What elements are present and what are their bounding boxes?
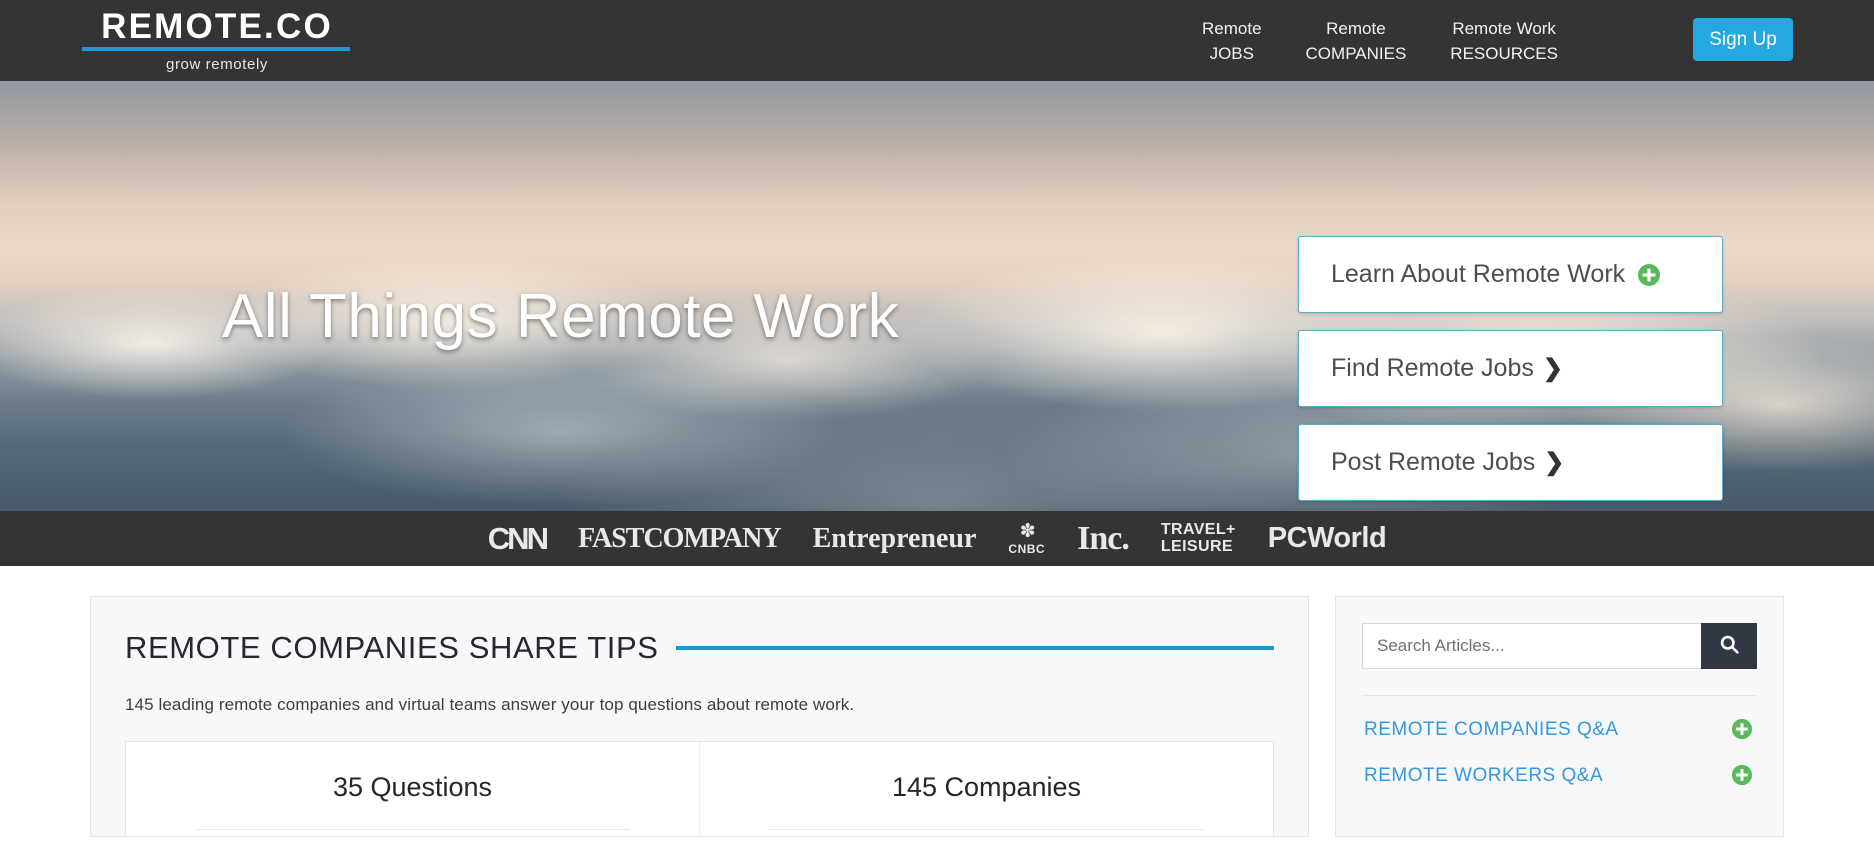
nav-item-line1: Remote	[1326, 18, 1386, 38]
stat-label: 145 Companies	[891, 772, 1082, 802]
cta-learn-about-remote-work[interactable]: Learn About Remote Work	[1298, 236, 1723, 313]
sidebar-item-label: REMOTE COMPANIES Q&A	[1364, 719, 1619, 740]
sign-up-button[interactable]: Sign Up	[1693, 18, 1793, 61]
press-mentions-bar: CNN FASTCOMPANY Entrepreneur ✽ CNBC Inc.…	[0, 511, 1874, 566]
section-subtitle: 145 leading remote companies and virtual…	[125, 695, 855, 714]
chevron-right-icon: ❯	[1542, 354, 1563, 382]
press-logo-cnn[interactable]: CNN	[488, 521, 549, 557]
sidebar-panel: REMOTE COMPANIES Q&A REMOTE WORKERS Q&A	[1335, 596, 1784, 837]
cta-label: Post Remote Jobs	[1331, 448, 1536, 476]
nav-item-remote-companies[interactable]: Remote COMPANIES	[1284, 16, 1429, 66]
sidebar-item-label: REMOTE WORKERS Q&A	[1364, 765, 1604, 786]
nav-item-line2: JOBS	[1209, 43, 1254, 63]
stat-label: 35 Questions	[332, 772, 493, 802]
sidebar-item-remote-workers-qa[interactable]: REMOTE WORKERS Q&A	[1362, 742, 1757, 788]
cta-find-remote-jobs[interactable]: Find Remote Jobs ❯	[1298, 330, 1723, 407]
primary-nav: Remote JOBS Remote COMPANIES Remote Work…	[1180, 0, 1580, 81]
plus-circle-icon	[1637, 263, 1661, 287]
nav-item-remote-jobs[interactable]: Remote JOBS	[1180, 16, 1284, 66]
section-accent-rule	[675, 646, 1274, 650]
travel-leisure-line1: TRAVEL+	[1160, 521, 1236, 539]
remote-companies-share-tips-panel: REMOTE COMPANIES SHARE TIPS 145 leading …	[90, 596, 1309, 837]
plus-circle-icon	[1731, 718, 1755, 742]
content-columns: REMOTE COMPANIES SHARE TIPS 145 leading …	[90, 596, 1784, 837]
search-icon	[1719, 634, 1740, 658]
logo-wordmark: REMOTE.CO	[101, 7, 333, 46]
logo-tagline: grow remotely	[166, 56, 268, 73]
main-content-area: REMOTE COMPANIES SHARE TIPS 145 leading …	[0, 566, 1874, 848]
nav-item-line1: Remote	[1202, 18, 1262, 38]
nav-item-line2: RESOURCES	[1450, 43, 1558, 63]
section-header: REMOTE COMPANIES SHARE TIPS	[125, 630, 1274, 666]
site-logo[interactable]: REMOTE.CO grow remotely	[82, 8, 352, 73]
hero-cta-stack: Learn About Remote Work Find Remote Jobs…	[1298, 236, 1723, 511]
top-navigation-bar: REMOTE.CO grow remotely Remote JOBS Remo…	[0, 0, 1874, 81]
stat-divider	[768, 829, 1205, 830]
cta-label: Learn About Remote Work	[1331, 260, 1626, 288]
cnbc-peacock-icon: ✽	[1019, 521, 1036, 542]
press-logo-cnbc[interactable]: ✽ CNBC	[1008, 522, 1045, 555]
logo-underline-rule	[82, 47, 350, 51]
chevron-right-icon: ❯	[1544, 448, 1565, 476]
nav-item-remote-work-resources[interactable]: Remote Work RESOURCES	[1428, 16, 1580, 66]
nav-item-line1: Remote Work	[1452, 18, 1556, 38]
hero-headline: All Things Remote Work	[222, 282, 900, 351]
sidebar-item-remote-companies-qa[interactable]: REMOTE COMPANIES Q&A	[1362, 696, 1757, 742]
hero-banner: All Things Remote Work Learn About Remot…	[0, 81, 1874, 511]
press-logo-travel-leisure[interactable]: TRAVEL+ LEISURE	[1160, 521, 1236, 555]
travel-leisure-line2: LEISURE	[1160, 537, 1233, 555]
press-logo-pcworld[interactable]: PCWorld	[1268, 522, 1387, 555]
stat-questions[interactable]: 35 Questions	[126, 742, 699, 836]
search-articles-row	[1362, 623, 1757, 669]
cta-label: Find Remote Jobs	[1331, 354, 1534, 382]
stat-companies[interactable]: 145 Companies	[699, 742, 1273, 836]
press-logo-entrepreneur[interactable]: Entrepreneur	[813, 523, 977, 555]
nav-item-line2: COMPANIES	[1305, 43, 1407, 63]
search-submit-button[interactable]	[1701, 623, 1757, 669]
cta-post-remote-jobs[interactable]: Post Remote Jobs ❯	[1298, 424, 1723, 501]
stats-card: 35 Questions 145 Companies	[125, 741, 1274, 836]
search-input[interactable]	[1362, 623, 1701, 669]
plus-circle-icon	[1731, 764, 1755, 788]
stat-divider	[194, 829, 631, 830]
page-title: REMOTE COMPANIES SHARE TIPS	[125, 630, 659, 665]
press-logo-fast-company[interactable]: FASTCOMPANY	[578, 523, 782, 555]
press-logo-inc[interactable]: Inc.	[1077, 520, 1130, 558]
cnbc-label: CNBC	[1008, 542, 1046, 556]
